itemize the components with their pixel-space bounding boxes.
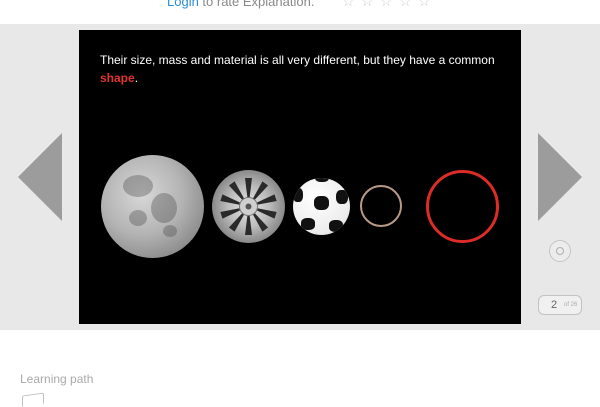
star-5-icon[interactable]: ☆ [418, 0, 437, 10]
slideshow-stage: Their size, mass and material is all ver… [0, 24, 600, 330]
caption-text: Their size, mass and material is all ver… [100, 53, 495, 67]
ring-image [360, 185, 402, 227]
total-slides-label: of 26 [564, 302, 578, 308]
caption-highlight: shape [100, 71, 135, 85]
rating-prompt: to rate Explanation. [198, 0, 315, 9]
zoom-circle-icon [556, 247, 564, 255]
slide-image: Their size, mass and material is all ver… [79, 30, 521, 324]
learning-path-heading: Learning path [20, 372, 94, 386]
red-circle-shape [426, 170, 499, 243]
star-3-icon[interactable]: ☆ [380, 0, 399, 10]
star-4-icon[interactable]: ☆ [399, 0, 418, 10]
prev-slide-arrow-icon[interactable] [18, 133, 62, 221]
slide-counter: 2 of 26 [538, 295, 582, 315]
rating-bar: Login to rate Explanation. ☆ ☆ ☆ ☆ ☆ [0, 0, 600, 24]
soccer-ball-image [293, 178, 350, 235]
rating-line: Login to rate Explanation. [167, 0, 314, 9]
current-slide-number: 2 [551, 299, 558, 311]
next-slide-arrow-icon[interactable] [538, 133, 582, 221]
caption-end: . [134, 71, 139, 85]
star-2-icon[interactable]: ☆ [361, 0, 380, 10]
star-1-icon[interactable]: ☆ [342, 0, 361, 10]
login-link[interactable]: Login [167, 0, 199, 9]
zoom-button[interactable] [549, 240, 571, 262]
slide-caption: Their size, mass and material is all ver… [100, 51, 510, 87]
wheel-rim-image [212, 170, 285, 243]
rating-stars: ☆ ☆ ☆ ☆ ☆ [342, 0, 437, 11]
moon-image [101, 155, 204, 258]
